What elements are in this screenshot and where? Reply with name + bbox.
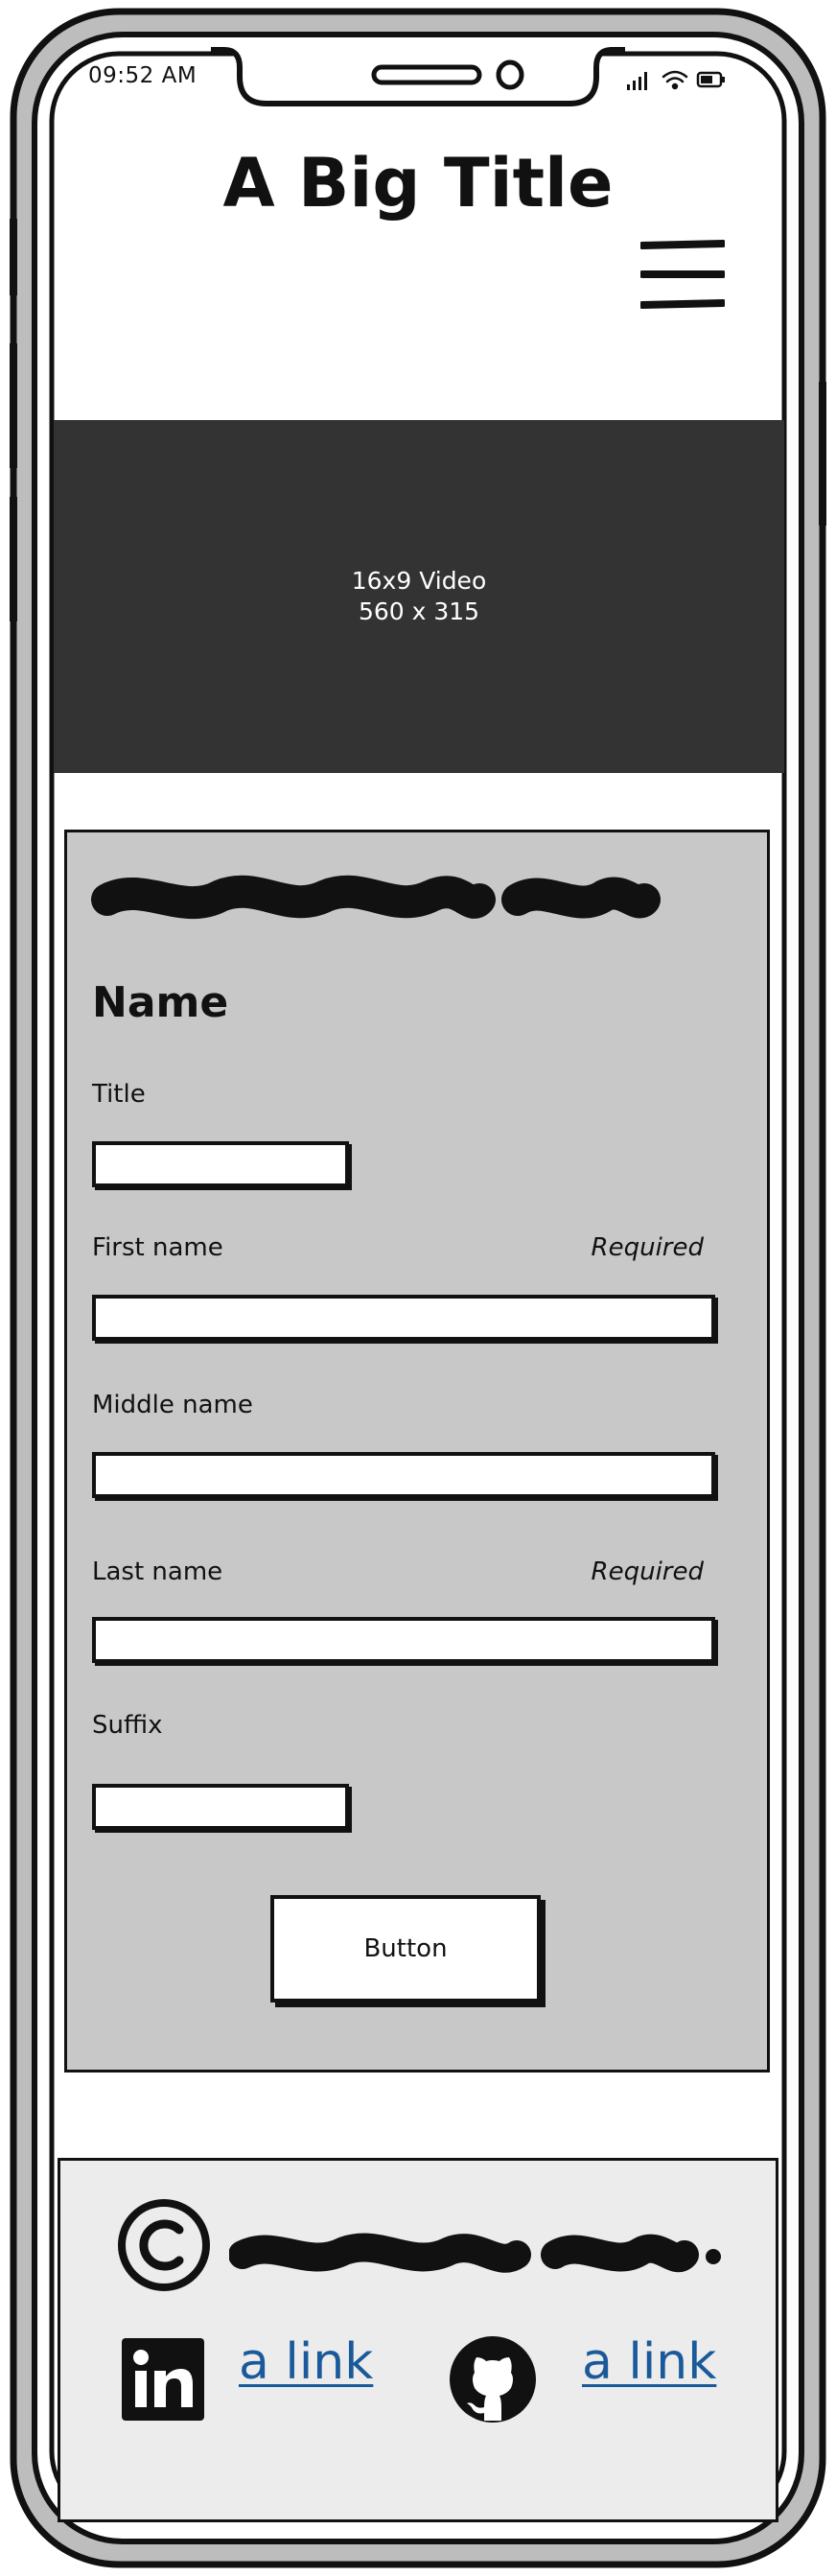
first-name-label: First name (92, 1233, 223, 1262)
title-input[interactable] (92, 1141, 349, 1187)
status-time: 09:52 AM (88, 63, 197, 88)
last-name-label: Last name (92, 1557, 223, 1586)
battery-icon (696, 71, 725, 88)
placeholder-scribble-copyright (229, 2233, 721, 2273)
middle-name-input[interactable] (92, 1452, 715, 1498)
title-field-label: Title (92, 1080, 146, 1109)
hamburger-menu-icon[interactable] (640, 238, 725, 311)
first-name-input[interactable] (92, 1295, 715, 1341)
video-placeholder[interactable]: 16x9 Video 560 x 315 (54, 420, 784, 773)
status-icons (627, 70, 725, 90)
first-name-required: Required (591, 1233, 704, 1262)
form-heading: Name (92, 978, 229, 1027)
linkedin-icon[interactable] (122, 2338, 204, 2421)
footer-link-linkedin[interactable]: a link (239, 2333, 373, 2391)
footer-link-github[interactable]: a link (582, 2333, 716, 2391)
copyright-icon (118, 2199, 210, 2291)
middle-name-label: Middle name (92, 1391, 253, 1419)
last-name-input[interactable] (92, 1617, 715, 1663)
suffix-input[interactable] (92, 1784, 349, 1830)
last-name-required: Required (591, 1557, 704, 1586)
placeholder-scribble-heading (91, 875, 661, 920)
page-title: A Big Title (222, 144, 614, 222)
wifi-icon (662, 70, 688, 90)
cellular-signal-icon (627, 72, 647, 90)
footer: a link a link (58, 2158, 778, 2522)
github-icon[interactable] (448, 2334, 538, 2424)
video-label: 16x9 Video (351, 567, 487, 595)
video-size: 560 x 315 (358, 597, 480, 625)
suffix-label: Suffix (92, 1711, 163, 1740)
submit-button[interactable]: Button (270, 1895, 541, 2002)
name-form-card: Name Title First name Required Middle na… (64, 830, 770, 2073)
